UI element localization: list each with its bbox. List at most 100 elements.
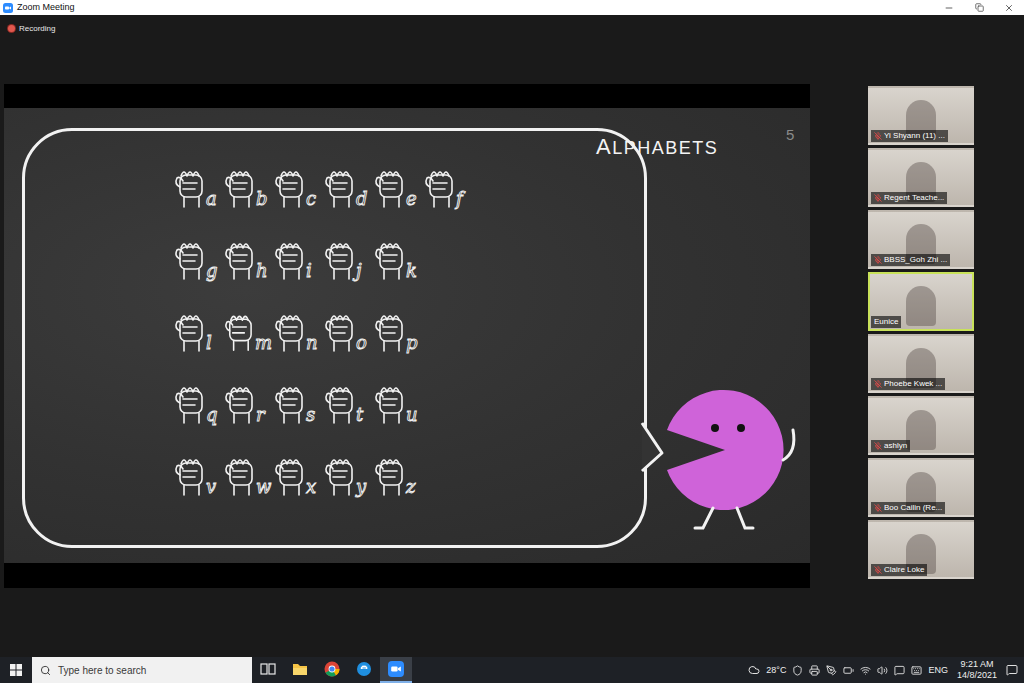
alphabet-sign: t	[322, 369, 372, 425]
alphabet-sign: n	[272, 297, 322, 353]
tray-icon	[826, 665, 837, 676]
muted-mic-icon	[874, 256, 882, 264]
hand-sign-icon	[172, 449, 208, 497]
alphabet-letter: x	[306, 477, 316, 497]
alphabet-sign: c	[272, 153, 322, 209]
alphabet-sign: d	[322, 153, 372, 209]
start-button[interactable]	[0, 657, 32, 683]
taskbar-search[interactable]: Type here to search	[32, 657, 252, 683]
participant-tile[interactable]: Yi Shyann (11) ...	[868, 86, 974, 145]
alphabet-letter: g	[206, 261, 218, 281]
meeting-area: RecordingabcdefghijklmnopqrstuvwxyzALPHA…	[0, 15, 1024, 657]
hand-sign-icon	[222, 305, 257, 353]
alphabet-sign: y	[322, 441, 372, 497]
letterbox-top	[4, 84, 810, 108]
alphabet-letter: b	[256, 189, 268, 209]
hand-sign-icon	[372, 161, 408, 209]
participant-tile[interactable]: Boo Cailin (Re...	[868, 458, 974, 517]
minimize-button[interactable]	[934, 0, 964, 15]
participant-label: BBSS_Goh Zhi ...	[871, 254, 950, 266]
participant-name: Boo Cailin (Re...	[884, 503, 942, 513]
alphabet-sign: o	[322, 297, 372, 353]
close-button[interactable]	[994, 0, 1024, 15]
taskbar-app[interactable]	[380, 657, 412, 683]
alphabet-letter: t	[356, 405, 363, 425]
tray-item[interactable]	[843, 665, 854, 676]
alphabet-letter: z	[406, 477, 415, 497]
alphabet-sign: j	[322, 225, 372, 281]
hand-sign-icon	[172, 161, 208, 209]
weather-widget[interactable]	[748, 664, 760, 676]
tray-icon	[911, 665, 922, 676]
participant-name: BBSS_Goh Zhi ...	[884, 255, 947, 265]
pink-character-icon	[655, 378, 800, 533]
task-view-icon	[260, 662, 276, 676]
alphabet-row: a bc d e f	[172, 153, 644, 209]
search-icon	[40, 665, 51, 676]
tray-item[interactable]	[826, 665, 837, 676]
alphabet-letter: a	[206, 189, 217, 209]
tray-item[interactable]	[877, 665, 888, 676]
tray-icon	[860, 665, 871, 676]
participant-name: Yi Shyann (11) ...	[884, 131, 945, 141]
participant-tile[interactable]: Regent Teache...	[868, 148, 974, 207]
shared-slide: abcdefghijklmnopqrstuvwxyzALPHABETS5	[4, 84, 810, 588]
alphabet-letter: q	[206, 405, 218, 425]
alphabet-letter: f	[456, 189, 463, 209]
tray-item[interactable]	[894, 665, 905, 676]
alphabet-sign: w	[222, 441, 272, 497]
chrome-icon	[324, 661, 340, 677]
tray-item[interactable]	[792, 665, 803, 676]
file-explorer-icon	[292, 662, 308, 676]
tray-item[interactable]	[911, 665, 922, 676]
alphabet-letter: w	[256, 477, 271, 497]
alphabet-letter: e	[406, 189, 417, 209]
hand-sign-icon	[222, 233, 258, 281]
weather-temp: 28°C	[766, 665, 786, 675]
edge-icon	[356, 661, 372, 677]
alphabet-sign: g	[172, 225, 222, 281]
alphabet-letter: s	[306, 405, 315, 425]
alphabet-letter: d	[356, 189, 368, 209]
taskbar-app[interactable]	[316, 657, 348, 683]
notification-button[interactable]	[1006, 664, 1018, 676]
participant-label: Eunice	[871, 316, 901, 328]
alphabet-sign: m	[222, 297, 272, 353]
screen: Zoom MeetingRecordingabcdefghijklmnopqrs…	[0, 0, 1024, 683]
recording-indicator[interactable]: Recording	[0, 15, 1024, 41]
alphabet-letter: o	[356, 333, 367, 353]
alphabet-letter: k	[406, 261, 417, 281]
participant-name: Phoebe Kwek ...	[884, 379, 942, 389]
tray-icon	[792, 665, 803, 676]
alphabet-sign: u	[372, 369, 422, 425]
input-language[interactable]: ENG	[928, 665, 948, 675]
participant-tile[interactable]: Eunice	[868, 272, 974, 331]
participant-tile[interactable]: Phoebe Kwek ...	[868, 334, 974, 393]
hand-sign-icon	[222, 377, 258, 425]
alphabet-sign: x	[272, 441, 322, 497]
participant-label: Yi Shyann (11) ...	[871, 130, 948, 142]
tray-item[interactable]	[809, 665, 820, 676]
participant-label: Boo Cailin (Re...	[871, 502, 945, 514]
taskbar-app[interactable]	[284, 657, 316, 683]
hand-sign-icon	[272, 233, 308, 281]
slide-title: ALPHABETS	[596, 134, 718, 160]
taskbar-clock[interactable]: 9:21 AM14/8/2021	[954, 659, 1000, 681]
hand-sign-icon	[172, 233, 208, 281]
restore-button[interactable]	[964, 0, 994, 15]
muted-mic-icon	[874, 194, 882, 202]
hand-sign-icon	[222, 161, 258, 209]
taskbar-app[interactable]	[348, 657, 380, 683]
chalkboard: abcdefghijklmnopqrstuvwxyzALPHABETS5	[4, 108, 810, 563]
tray-item[interactable]	[860, 665, 871, 676]
participant-tile[interactable]: ashlyn	[868, 396, 974, 455]
participant-video	[906, 410, 936, 450]
hand-sign-icon	[172, 305, 208, 353]
participant-tile[interactable]: Claire Loke	[868, 520, 974, 579]
participant-name: ashlyn	[884, 441, 907, 451]
alphabet-sign: i	[272, 225, 322, 281]
taskbar-app[interactable]	[252, 657, 284, 683]
alphabet-sign: p	[372, 297, 422, 353]
participant-tile[interactable]: BBSS_Goh Zhi ...	[868, 210, 974, 269]
zoom-logo-icon	[3, 3, 13, 13]
